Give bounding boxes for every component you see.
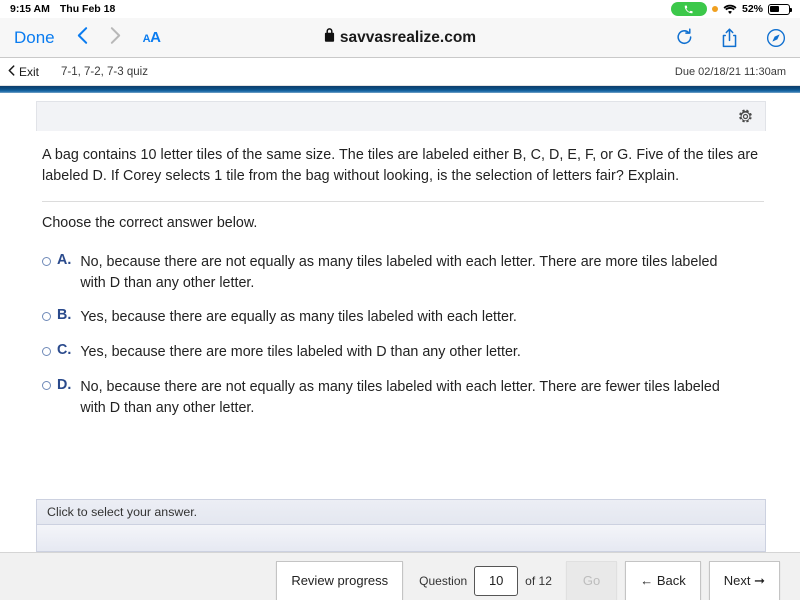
question-total-label: of 12: [525, 573, 552, 588]
answer-entry-zone: Click to select your answer.: [36, 499, 766, 552]
option-letter-b: B.: [57, 307, 72, 324]
assignment-title: 7-1, 7-2, 7-3 quiz: [61, 65, 148, 78]
answer-blank-bar[interactable]: [36, 525, 766, 552]
compass-icon[interactable]: [766, 28, 786, 48]
radio-button-c[interactable]: [42, 346, 51, 356]
next-label: Next: [723, 573, 751, 588]
wifi-icon: [723, 4, 737, 15]
assignment-due-date: Due 02/18/21 11:30am: [674, 65, 786, 78]
chevron-left-icon: [8, 64, 15, 79]
phone-call-icon[interactable]: [670, 2, 707, 16]
radio-button-b[interactable]: [42, 311, 51, 321]
url-text: savvasrealize.com: [339, 28, 477, 46]
question-number-input[interactable]: [474, 565, 519, 596]
exit-button[interactable]: Exit: [8, 65, 39, 79]
question-page: A bag contains 10 letter tiles of the sa…: [0, 101, 800, 552]
reload-icon[interactable]: [676, 28, 693, 47]
exit-label: Exit: [19, 64, 40, 79]
option-letter-c: C.: [57, 342, 72, 359]
text-size-button[interactable]: AA: [143, 29, 161, 46]
back-nav-icon[interactable]: [77, 26, 88, 50]
answer-option-d[interactable]: D. No, because there are not equally as …: [42, 377, 764, 418]
option-text-d: No, because there are not equally as man…: [80, 378, 720, 416]
done-button[interactable]: Done: [14, 28, 55, 48]
gear-icon[interactable]: [738, 109, 753, 124]
arrow-right-icon: ➞: [750, 572, 765, 588]
next-button[interactable]: Next ➞: [708, 560, 780, 600]
back-button[interactable]: ← Back: [625, 560, 701, 600]
status-time: 9:15 AM: [10, 3, 50, 15]
question-label: Question: [419, 573, 468, 588]
lock-icon: [324, 28, 335, 47]
safari-toolbar: Done AA savvasrealize.com: [0, 18, 800, 58]
question-body: A bag contains 10 letter tiles of the sa…: [36, 131, 766, 418]
answer-prompt: Choose the correct answer below.: [42, 215, 258, 232]
assignment-header-bar: Exit 7-1, 7-2, 7-3 quiz Due 02/18/21 11:…: [0, 58, 800, 86]
orange-recording-dot: [711, 6, 718, 12]
option-letter-d: D.: [57, 376, 72, 393]
go-button[interactable]: Go: [565, 560, 618, 600]
answer-option-c[interactable]: C. Yes, because there are more tiles lab…: [42, 342, 764, 363]
status-date: Thu Feb 18: [59, 3, 116, 15]
option-text-c: Yes, because there are more tiles labele…: [80, 344, 521, 361]
forward-nav-icon: [110, 26, 121, 50]
battery-icon: [768, 3, 792, 15]
quiz-footer-toolbar: Review progress Question of 12 Go ← Back…: [0, 552, 800, 600]
radio-button-a[interactable]: [42, 256, 51, 266]
radio-button-d[interactable]: [42, 381, 51, 391]
arrow-left-icon: ←: [640, 573, 657, 588]
question-card-header: [36, 101, 766, 131]
brand-divider-bar: [0, 86, 800, 93]
answer-hint-bar[interactable]: Click to select your answer.: [36, 499, 766, 525]
question-text: A bag contains 10 letter tiles of the sa…: [42, 147, 759, 185]
battery-percent-label: 52%: [741, 3, 763, 15]
option-text-b: Yes, because there are equally as many t…: [80, 309, 517, 326]
ios-status-bar: 9:15 AM Thu Feb 18 52%: [0, 0, 800, 18]
option-letter-a: A.: [57, 252, 72, 269]
answer-option-a[interactable]: A. No, because there are not equally as …: [42, 252, 764, 293]
review-progress-button[interactable]: Review progress: [276, 560, 404, 600]
option-text-a: No, because there are not equally as man…: [80, 254, 718, 291]
answer-options-list: A. No, because there are not equally as …: [42, 252, 764, 418]
share-icon[interactable]: [721, 28, 738, 48]
question-card: A bag contains 10 letter tiles of the sa…: [36, 101, 766, 418]
back-label: Back: [656, 573, 686, 588]
answer-option-b[interactable]: B. Yes, because there are equally as man…: [42, 307, 764, 328]
question-navigator: Question of 12: [411, 560, 560, 600]
